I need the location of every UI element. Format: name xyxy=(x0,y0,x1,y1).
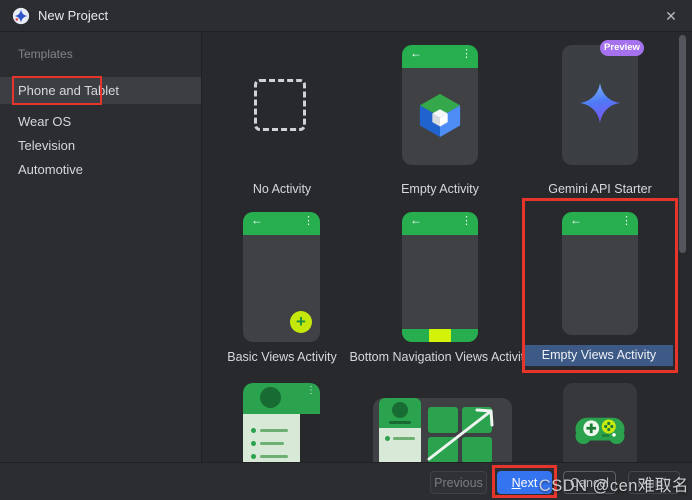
bottom-nav-bar xyxy=(402,329,478,342)
template-card-navigation-drawer[interactable]: ⋮ xyxy=(243,383,320,462)
template-card-empty-activity[interactable]: ← ⋮ xyxy=(402,45,478,165)
template-card-no-activity[interactable] xyxy=(254,79,306,131)
compose-cube-icon xyxy=(419,93,461,137)
footer-bar: Previous Next Cancel Finish CSDN @cen难取名 xyxy=(0,462,692,500)
diagonal-arrow-icon xyxy=(427,408,494,461)
template-label-bottom-navigation-views-activity: Bottom Navigation Views Activity xyxy=(349,350,531,364)
phone-header: ← ⋮ xyxy=(402,45,478,68)
template-label-basic-views-activity: Basic Views Activity xyxy=(227,350,337,364)
title-bar: New Project ✕ xyxy=(0,0,692,32)
back-arrow-icon: ← xyxy=(410,46,422,60)
csdn-watermark: CSDN @cen难取名 xyxy=(538,477,689,495)
kebab-menu-icon: ⋮ xyxy=(306,385,316,396)
drawer-list xyxy=(379,428,421,462)
preview-badge: Preview xyxy=(600,40,644,56)
fab-plus-icon: + xyxy=(290,311,312,333)
template-card-game-activity[interactable] xyxy=(563,383,637,462)
back-arrow-icon: ← xyxy=(570,213,582,227)
vertical-scrollbar[interactable] xyxy=(679,35,686,253)
sidebar-item-automotive[interactable]: Automotive xyxy=(0,157,201,182)
template-card-empty-views-activity[interactable]: ← ⋮ xyxy=(562,212,638,335)
kebab-menu-icon: ⋮ xyxy=(621,215,632,227)
previous-button[interactable]: Previous xyxy=(430,471,487,494)
phone-header: ← ⋮ xyxy=(402,212,478,235)
drawer-list xyxy=(243,414,300,462)
kebab-menu-icon: ⋮ xyxy=(461,48,472,60)
template-card-responsive-views[interactable] xyxy=(373,398,512,462)
sidebar-item-television[interactable]: Television xyxy=(0,133,201,158)
kebab-menu-icon: ⋮ xyxy=(303,215,314,227)
window-title: New Project xyxy=(38,8,109,23)
kebab-menu-icon: ⋮ xyxy=(461,215,472,227)
template-label-empty-activity: Empty Activity xyxy=(401,182,479,196)
sidebar-header-templates: Templates xyxy=(18,47,73,61)
android-studio-icon xyxy=(12,7,30,25)
game-controller-icon xyxy=(575,417,625,444)
template-card-bottom-navigation-views-activity[interactable]: ← ⋮ xyxy=(402,212,478,342)
back-arrow-icon: ← xyxy=(410,213,422,227)
template-card-gemini-api-starter[interactable] xyxy=(562,45,638,165)
phone-header: ← ⋮ xyxy=(243,212,320,235)
phone-header: ← ⋮ xyxy=(562,212,638,235)
drawer-header xyxy=(379,398,421,428)
template-label-empty-views-activity-selected[interactable]: Empty Views Activity xyxy=(525,345,673,366)
template-card-basic-views-activity[interactable]: ← ⋮ + xyxy=(243,212,320,342)
template-grid: No Activity ← ⋮ Empty Activity Preview G… xyxy=(202,32,692,462)
close-icon[interactable]: ✕ xyxy=(656,2,686,30)
templates-sidebar: Templates Phone and Tablet Wear OS Telev… xyxy=(0,32,202,462)
gemini-star-icon xyxy=(579,82,621,124)
sidebar-item-phone-and-tablet[interactable]: Phone and Tablet xyxy=(0,77,201,104)
sidebar-item-wear-os[interactable]: Wear OS xyxy=(0,109,201,134)
template-label-gemini-api-starter: Gemini API Starter xyxy=(548,182,652,196)
back-arrow-icon: ← xyxy=(251,213,263,227)
drawer-header: ⋮ xyxy=(243,383,320,414)
template-label-no-activity: No Activity xyxy=(252,182,312,196)
new-project-dialog: New Project ✕ Templates Phone and Tablet… xyxy=(0,0,692,500)
